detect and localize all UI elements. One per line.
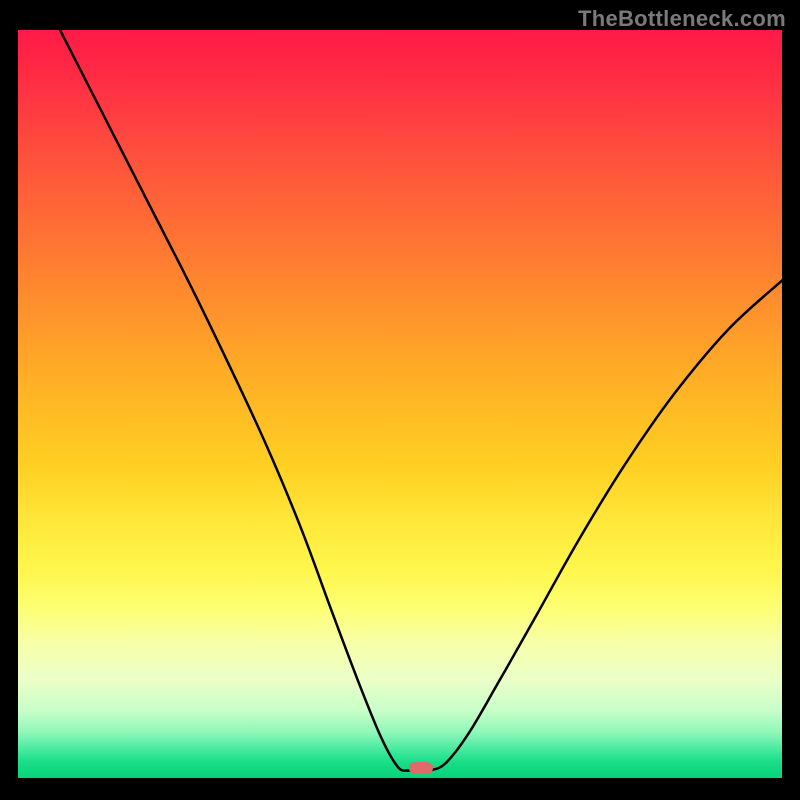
plot-area — [18, 30, 782, 778]
bottleneck-curve — [18, 30, 782, 778]
chart-stage: TheBottleneck.com — [0, 0, 800, 800]
bottleneck-curve-path — [60, 30, 782, 771]
watermark-text: TheBottleneck.com — [578, 6, 786, 32]
optimal-marker — [409, 762, 433, 774]
